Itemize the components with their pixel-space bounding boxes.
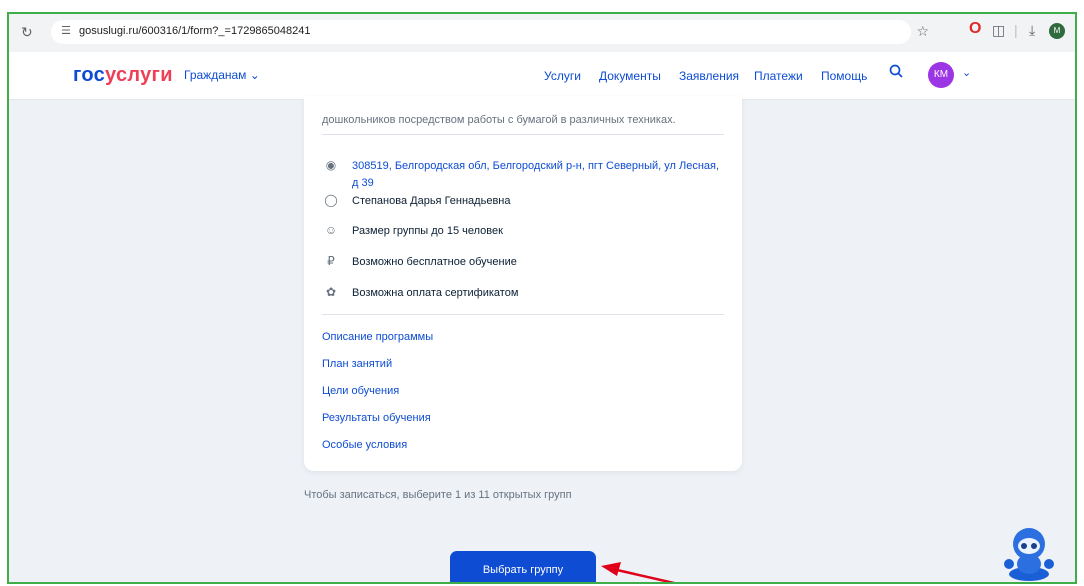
screenshot-frame: ↻ ☰ gosuslugi.ru/600316/1/form?_=1729865…: [7, 12, 1077, 584]
red-annotation-arrow: [601, 562, 676, 582]
